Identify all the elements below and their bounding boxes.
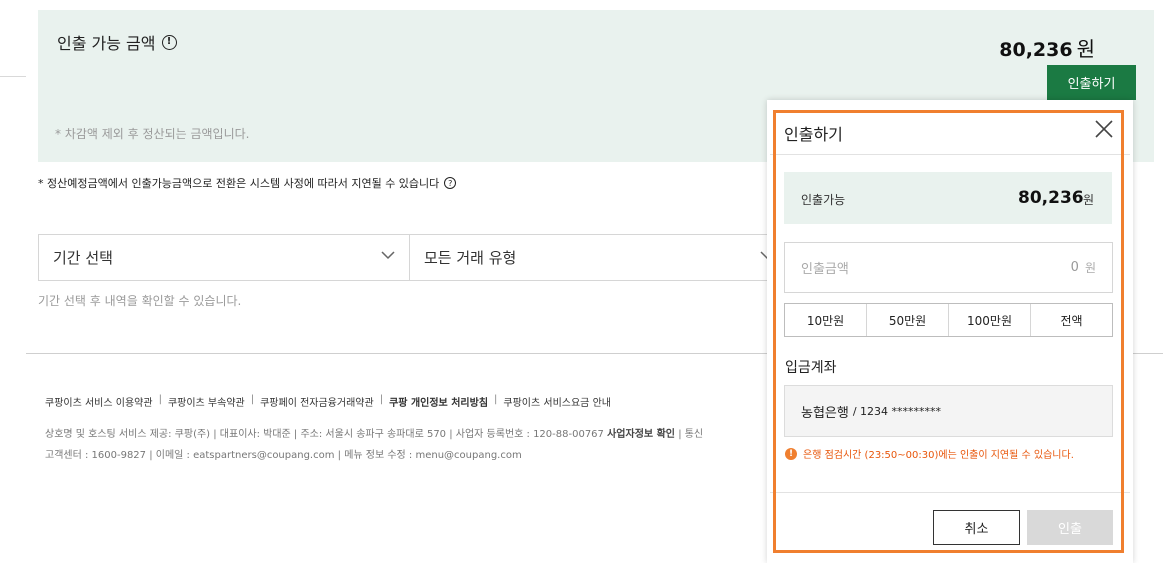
separator: | bbox=[250, 394, 255, 405]
quick-amount-1m-button[interactable]: 100만원 bbox=[949, 304, 1031, 336]
deposit-account-field: 농협은행 / 1234 ********* bbox=[784, 385, 1113, 437]
maintenance-warning-text: 은행 점검시간 (23:50~00:30)에는 인출이 지연될 수 있습니다. bbox=[803, 450, 1074, 461]
quick-amount-500k-button[interactable]: 50만원 bbox=[867, 304, 949, 336]
close-icon[interactable] bbox=[1093, 118, 1115, 140]
withdrawable-title-label: 인출 가능 금액 bbox=[57, 34, 156, 53]
separator: | bbox=[494, 394, 498, 405]
transaction-type-select[interactable]: 모든 거래 유형 bbox=[409, 234, 789, 281]
separator: | bbox=[158, 394, 162, 405]
period-select[interactable]: 기간 선택 bbox=[38, 234, 410, 281]
company-info-text: 상호명 및 호스팅 서비스 제공: 쿠팡(주) | 대표이사: 박대준 | 주소… bbox=[45, 429, 604, 440]
info-circle-icon[interactable]: ! bbox=[161, 34, 177, 50]
confirm-withdraw-button[interactable]: 인출 bbox=[1027, 510, 1113, 545]
conversion-delay-text: * 정산예정금액에서 인출가능금액으로 전환은 시스템 사정에 따라서 지연될 … bbox=[38, 177, 440, 190]
available-amount: 80,236 bbox=[1018, 188, 1084, 208]
available-label: 인출가능 bbox=[801, 193, 846, 207]
amount-placeholder: 인출금액 bbox=[801, 262, 849, 277]
modal-footer-divider bbox=[770, 492, 1130, 493]
withdraw-button[interactable]: 인출하기 bbox=[1047, 65, 1136, 100]
footer-link-terms[interactable]: 쿠팡이츠 서비스 이용약관 bbox=[45, 394, 153, 409]
footer-link-fees[interactable]: 쿠팡이츠 서비스요금 안내 bbox=[503, 394, 611, 409]
business-info-link[interactable]: 사업자정보 확인 bbox=[607, 429, 675, 440]
bank-name: 농협은행 bbox=[801, 405, 849, 421]
left-divider bbox=[0, 76, 26, 77]
conversion-delay-note: * 정산예정금액에서 인출가능금액으로 전환은 시스템 사정에 따라서 지연될 … bbox=[38, 175, 457, 191]
filter-hint: 기간 선택 후 내역을 확인할 수 있습니다. bbox=[38, 294, 242, 308]
withdrawable-title: 인출 가능 금액 ! bbox=[57, 30, 177, 54]
withdrawable-amount-value: 80,236 bbox=[999, 39, 1073, 61]
footer-links: 쿠팡이츠 서비스 이용약관 | 쿠팡이츠 부속약관 | 쿠팡페이 전자금융거래약… bbox=[45, 394, 611, 409]
separator: | bbox=[379, 394, 384, 405]
withdraw-amount-input[interactable]: 인출금액 0 원 bbox=[784, 242, 1113, 293]
company-info-tail: | 통신 bbox=[678, 429, 704, 440]
footer-link-privacy[interactable]: 쿠팡 개인정보 처리방침 bbox=[389, 394, 488, 409]
quick-amount-100k-button[interactable]: 10만원 bbox=[785, 304, 867, 336]
transaction-type-label: 모든 거래 유형 bbox=[424, 249, 517, 267]
footer-link-pay-terms[interactable]: 쿠팡페이 전자금융거래약관 bbox=[260, 394, 374, 409]
chevron-down-icon bbox=[381, 251, 395, 260]
period-select-label: 기간 선택 bbox=[53, 249, 113, 267]
question-circle-icon[interactable]: ? bbox=[444, 177, 457, 189]
contact-info: 고객센터 : 1600-9827 | 이메일 : eatspartners@co… bbox=[45, 450, 522, 461]
deduction-note: * 차감액 제외 후 정산되는 금액입니다. bbox=[55, 127, 250, 141]
cancel-button[interactable]: 취소 bbox=[933, 510, 1020, 545]
deposit-account-label: 입금계좌 bbox=[785, 360, 837, 376]
company-info: 상호명 및 호스팅 서비스 제공: 쿠팡(주) | 대표이사: 박대준 | 주소… bbox=[45, 425, 703, 440]
quick-amount-buttons: 10만원 50만원 100만원 전액 bbox=[784, 303, 1113, 337]
withdrawable-amount: 80,236 원 bbox=[999, 33, 1095, 62]
footer-link-sub-terms[interactable]: 쿠팡이츠 부속약관 bbox=[168, 394, 245, 409]
warning-icon: ! bbox=[785, 447, 797, 460]
maintenance-warning: ! 은행 점검시간 (23:50~00:30)에는 인출이 지연될 수 있습니다… bbox=[785, 446, 1074, 461]
modal-title: 인출하기 bbox=[784, 125, 843, 144]
modal-header-divider bbox=[770, 154, 1130, 155]
withdrawable-amount-unit: 원 bbox=[1076, 37, 1095, 61]
available-unit: 원 bbox=[1083, 193, 1095, 207]
amount-unit: 원 bbox=[1084, 261, 1096, 275]
quick-amount-all-button[interactable]: 전액 bbox=[1031, 304, 1112, 336]
amount-value: 0 bbox=[1070, 260, 1079, 275]
account-number: / 1234 ********* bbox=[852, 404, 942, 418]
